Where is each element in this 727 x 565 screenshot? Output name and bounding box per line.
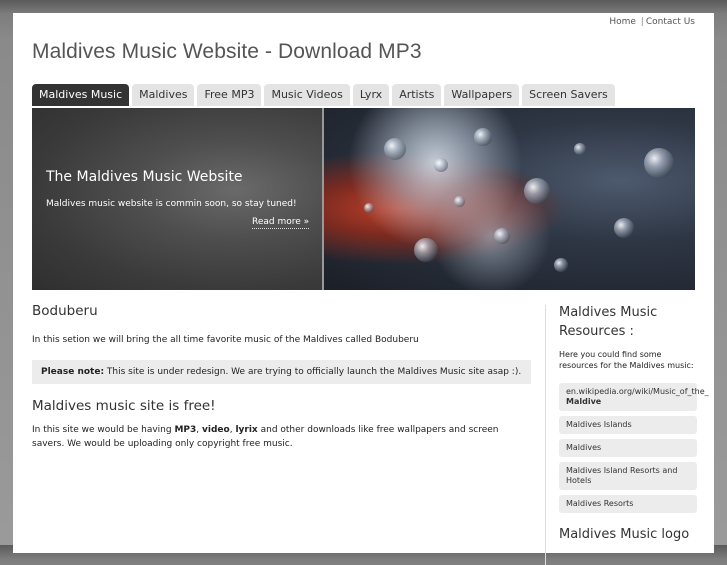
water-drop <box>574 143 586 155</box>
home-link[interactable]: Home <box>609 17 636 27</box>
site-title: Maldives Music Website - Download MP3 <box>32 40 422 63</box>
note-text: This site is under redesign. We are tryi… <box>104 367 522 377</box>
hero-banner: The Maldives Music Website Maldives musi… <box>32 108 695 290</box>
sidebar-title-logo: Maldives Music logo <box>559 527 690 542</box>
water-drop <box>554 258 568 272</box>
page-container: Home | Contact Us Maldives Music Website … <box>13 13 714 565</box>
water-drop <box>494 228 510 244</box>
contact-link[interactable]: Contact Us <box>646 17 695 27</box>
water-drop <box>524 178 550 204</box>
resource-link-wikipedia[interactable]: en.wikipedia.org/wiki/Music_of_the_ Maldi… <box>559 383 709 411</box>
text-mp3: MP3 <box>174 425 197 435</box>
section-text-boduberu: In this setion we will bring the all tim… <box>32 335 419 345</box>
tab-maldives-music[interactable]: Maldives Music <box>32 84 130 106</box>
text-part: In this site we would be having <box>32 425 175 435</box>
resource-link-line: en.wikipedia.org/wiki/Music_of_the_ <box>566 387 709 396</box>
water-drop <box>384 138 406 160</box>
main-nav-tabs: Maldives Music Maldives Free MP3 Music V… <box>32 84 615 106</box>
water-drop <box>474 128 492 146</box>
water-drop <box>364 203 374 213</box>
resource-link-resorts[interactable]: Maldives Resorts <box>559 495 697 513</box>
text-video: video <box>202 425 230 435</box>
water-drop <box>614 218 634 238</box>
hero-text-panel: The Maldives Music Website Maldives musi… <box>32 108 322 290</box>
tab-artists[interactable]: Artists <box>392 84 442 106</box>
tab-maldives[interactable]: Maldives <box>132 84 195 106</box>
tab-screen-savers[interactable]: Screen Savers <box>522 84 615 106</box>
resource-link-resorts-hotels[interactable]: Maldives Island Resorts and Hotels <box>559 462 697 490</box>
sidebar-title: Maldives Music Resources : <box>559 305 658 339</box>
sidebar-intro: Here you could find some resources for t… <box>559 350 694 370</box>
section-text-free: In this site we would be having MP3, vid… <box>32 423 531 451</box>
section-title-boduberu: Boduberu <box>32 303 98 319</box>
water-drop <box>454 196 465 207</box>
water-drop <box>644 148 674 178</box>
main-content: Boduberu In this setion we will bring th… <box>32 303 531 451</box>
note-label: Please note: <box>41 367 105 377</box>
water-drop <box>414 238 438 262</box>
read-more-link[interactable]: Read more » <box>252 217 310 229</box>
hero-text: Maldives music website is commin soon, s… <box>46 199 297 209</box>
water-drop <box>434 158 448 172</box>
tab-free-mp3[interactable]: Free MP3 <box>197 84 262 106</box>
redesign-note: Please note: This site is under redesign… <box>32 360 531 384</box>
sidebar: Maldives Music Resources : Here you coul… <box>559 303 709 544</box>
resource-link-islands[interactable]: Maldives Islands <box>559 416 697 434</box>
hero-heading: The Maldives Music Website <box>46 169 243 185</box>
link-separator: | <box>640 17 644 27</box>
top-links: Home | Contact Us <box>609 17 695 27</box>
text-lyrix: lyrix <box>235 425 258 435</box>
tab-music-videos[interactable]: Music Videos <box>264 84 350 106</box>
column-divider <box>545 305 546 565</box>
hero-image <box>324 108 695 290</box>
tab-lyrx[interactable]: Lyrx <box>352 84 390 106</box>
tab-wallpapers[interactable]: Wallpapers <box>444 84 520 106</box>
section-title-free: Maldives music site is free! <box>32 398 216 414</box>
resource-link-maldives[interactable]: Maldives <box>559 439 697 457</box>
resource-link-line: Maldive <box>566 397 602 406</box>
